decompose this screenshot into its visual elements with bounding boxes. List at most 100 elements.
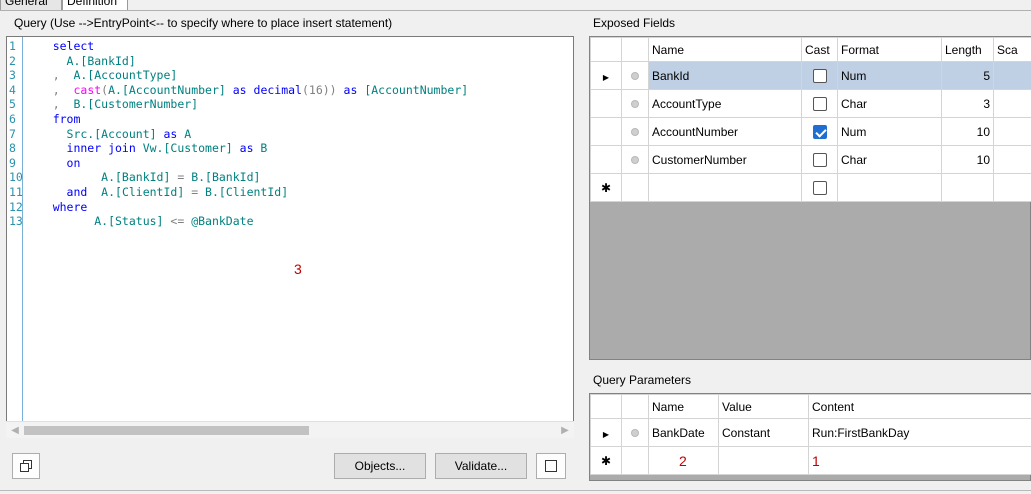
new-row-indicator: ✱	[590, 173, 622, 202]
length-cell[interactable]: 10	[941, 117, 994, 146]
query-parameters-grid[interactable]: Name Value Content ▶ BankDate Constant R…	[589, 393, 1031, 481]
format-cell[interactable]: Num	[837, 117, 942, 146]
code-token: =	[170, 170, 192, 185]
line-number: 2	[9, 53, 16, 68]
format-cell[interactable]: Char	[837, 145, 942, 174]
line-number: 8	[9, 141, 16, 156]
column-header-cast[interactable]: Cast	[801, 37, 838, 62]
row-status-dot-icon	[631, 100, 639, 109]
code-token: A.[AccountType]	[66, 68, 178, 83]
table-cell[interactable]	[837, 173, 942, 202]
column-header-scale[interactable]: Sca	[993, 37, 1031, 62]
tab-definition[interactable]: Definition	[62, 0, 128, 10]
column-header-length[interactable]: Length	[941, 37, 994, 62]
length-cell[interactable]: 10	[941, 145, 994, 174]
scrollbar-thumb[interactable]	[24, 426, 309, 435]
field-name-cell[interactable]: CustomerNumber	[648, 145, 802, 174]
row-status-dot-icon	[631, 128, 639, 137]
code-text: , A.[AccountType]	[25, 68, 178, 83]
line-number: 13	[9, 214, 23, 229]
length-cell[interactable]: 3	[941, 89, 994, 118]
param-name-cell[interactable]: BankDate	[648, 418, 719, 447]
code-line[interactable]: 7 Src.[Account] as A	[7, 127, 573, 142]
format-cell[interactable]: Num	[837, 61, 942, 90]
editor-horizontal-scrollbar[interactable]: ◀ ▶	[6, 421, 574, 438]
cast-cell[interactable]	[801, 145, 838, 174]
table-cell[interactable]	[801, 173, 838, 202]
scale-cell[interactable]	[993, 89, 1031, 118]
cast-cell[interactable]	[801, 89, 838, 118]
table-row[interactable]: ▶ BankDate Constant Run:FirstBankDay	[590, 418, 1031, 447]
table-cell[interactable]	[648, 173, 802, 202]
cast-cell[interactable]	[801, 61, 838, 90]
code-token: @BankDate	[191, 214, 254, 229]
table-cell[interactable]	[718, 446, 809, 475]
table-row[interactable]: AccountType Char 3	[590, 89, 1031, 118]
new-row-indicator: ✱	[590, 446, 622, 475]
field-name-cell[interactable]: BankId	[648, 61, 802, 90]
code-line[interactable]: 13 A.[Status] <= @BankDate	[7, 214, 573, 229]
code-text: , cast(A.[AccountNumber] as decimal(16))…	[25, 83, 468, 98]
table-cell[interactable]	[621, 173, 649, 202]
scroll-left-icon[interactable]: ◀	[7, 423, 23, 438]
table-cell[interactable]	[941, 173, 994, 202]
scale-cell[interactable]	[993, 145, 1031, 174]
cast-checkbox[interactable]	[812, 68, 827, 83]
code-line[interactable]: 5 , B.[CustomerNumber]	[7, 97, 573, 112]
cast-checkbox[interactable]	[812, 124, 827, 139]
format-cell[interactable]: Char	[837, 89, 942, 118]
scale-cell[interactable]	[993, 117, 1031, 146]
row-status-dot-icon	[631, 72, 639, 81]
param-content-cell[interactable]: Run:FirstBankDay	[808, 418, 1031, 447]
cast-checkbox[interactable]	[812, 180, 827, 195]
line-number: 6	[9, 111, 16, 126]
length-cell[interactable]: 5	[941, 61, 994, 90]
cast-checkbox[interactable]	[812, 152, 827, 167]
new-row[interactable]: ✱ 2 1	[590, 446, 1031, 475]
tab-general[interactable]: General	[0, 0, 62, 10]
code-line[interactable]: 8 inner join Vw.[Customer] as B	[7, 141, 573, 156]
table-cell[interactable]	[621, 446, 649, 475]
sql-code[interactable]: 1 select 2 A.[BankId] 3 , A.[AccountType] 4…	[7, 39, 573, 229]
field-name-cell[interactable]: AccountType	[648, 89, 802, 118]
column-header-format[interactable]: Format	[837, 37, 942, 62]
new-row[interactable]: ✱	[590, 173, 1031, 202]
table-cell[interactable]	[993, 173, 1031, 202]
toggle-button[interactable]	[536, 453, 566, 479]
restore-window-icon	[20, 460, 32, 472]
validate-button[interactable]: Validate...	[435, 453, 527, 479]
scroll-right-icon[interactable]: ▶	[557, 423, 573, 438]
code-token: inner join	[25, 141, 143, 156]
sql-editor[interactable]: 1 select 2 A.[BankId] 3 , A.[AccountType] 4…	[6, 36, 574, 438]
code-line[interactable]: 6 from	[7, 112, 573, 127]
scale-cell[interactable]	[993, 61, 1031, 90]
code-line[interactable]: 12 where	[7, 200, 573, 215]
table-cell[interactable]: 1	[808, 446, 1031, 475]
table-row[interactable]: CustomerNumber Char 10	[590, 145, 1031, 174]
table-row[interactable]: AccountNumber Num 10	[590, 117, 1031, 146]
table-row[interactable]: ▶ BankId Num 5	[590, 61, 1031, 90]
column-header-content[interactable]: Content	[808, 394, 1031, 419]
code-line[interactable]: 1 select	[7, 39, 573, 54]
exposed-fields-table: Name Cast Format Length Sca ▶ BankId Num 5 A…	[590, 37, 1031, 202]
objects-button[interactable]: Objects...	[334, 453, 426, 479]
table-cell[interactable]: 2	[648, 446, 719, 475]
field-name-cell[interactable]: AccountNumber	[648, 117, 802, 146]
cast-cell[interactable]	[801, 117, 838, 146]
code-line[interactable]: 4 , cast(A.[AccountNumber] as decimal(16…	[7, 83, 573, 98]
column-header-value[interactable]: Value	[718, 394, 809, 419]
code-text: A.[BankId]	[25, 54, 136, 69]
code-line[interactable]: 11 and A.[ClientId] = B.[ClientId]	[7, 185, 573, 200]
column-header-name[interactable]: Name	[648, 394, 719, 419]
exposed-fields-grid[interactable]: Name Cast Format Length Sca ▶ BankId Num 5 A…	[589, 36, 1031, 360]
code-line[interactable]: 3 , A.[AccountType]	[7, 68, 573, 83]
code-line[interactable]: 10 A.[BankId] = B.[BankId]	[7, 170, 573, 185]
column-header-name[interactable]: Name	[648, 37, 802, 62]
code-text: , B.[CustomerNumber]	[25, 97, 198, 112]
param-value-cell[interactable]: Constant	[718, 418, 809, 447]
restore-window-button[interactable]	[12, 453, 40, 479]
code-line[interactable]: 9 on	[7, 156, 573, 171]
code-line[interactable]: 2 A.[BankId]	[7, 54, 573, 69]
cast-checkbox[interactable]	[812, 96, 827, 111]
